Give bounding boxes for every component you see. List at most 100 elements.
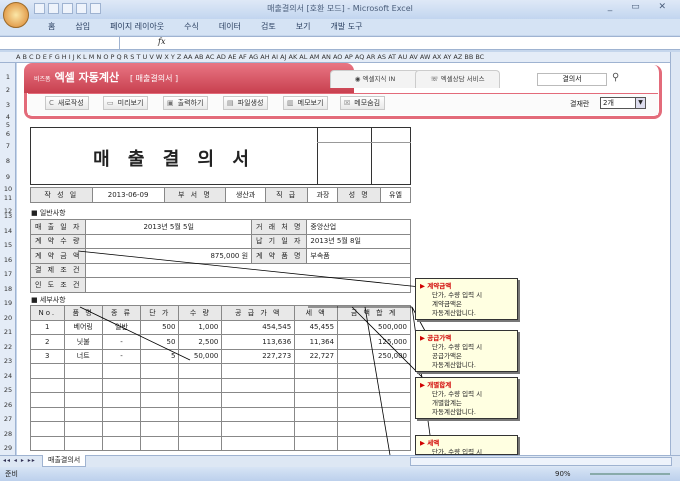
office-button[interactable]	[3, 2, 29, 28]
table-cell[interactable]: 500,000	[337, 319, 411, 335]
hide-memo-button[interactable]: ☒ 메모숨김	[340, 96, 386, 110]
row-header[interactable]: 18	[0, 285, 16, 293]
table-cell[interactable]: 22,727	[294, 348, 339, 364]
value-cell[interactable]	[85, 262, 411, 278]
table-cell[interactable]: -	[101, 348, 142, 364]
tab-formulas[interactable]: 수식	[174, 19, 209, 35]
table-cell[interactable]	[221, 435, 296, 451]
table-cell[interactable]: 5	[140, 348, 180, 364]
table-cell[interactable]	[101, 406, 142, 422]
row-header[interactable]: 14	[0, 227, 16, 235]
table-cell[interactable]	[30, 406, 65, 422]
table-cell[interactable]	[337, 435, 411, 451]
row-header[interactable]: 7	[0, 142, 16, 150]
table-cell[interactable]	[178, 435, 223, 451]
macro-icon[interactable]	[62, 3, 73, 14]
table-cell[interactable]	[140, 392, 180, 408]
row-header[interactable]: 29	[0, 444, 16, 452]
table-cell[interactable]: 50	[140, 334, 180, 350]
vertical-scrollbar[interactable]	[670, 52, 680, 455]
table-cell[interactable]: 45,455	[294, 319, 339, 335]
table-cell[interactable]: 3	[30, 348, 65, 364]
table-cell[interactable]: 125,000	[337, 334, 411, 350]
sheet-nav-arrows[interactable]: ◂◂ ◂ ▸ ▸▸	[3, 457, 36, 464]
table-cell[interactable]	[30, 363, 65, 379]
table-cell[interactable]	[63, 392, 103, 408]
name-box[interactable]	[0, 37, 120, 49]
print-preview-icon[interactable]	[34, 3, 45, 14]
value-cell[interactable]: 중앙산업	[306, 219, 411, 235]
row-header[interactable]: 6	[0, 130, 16, 138]
row-header[interactable]: 9	[0, 173, 16, 181]
value-cell[interactable]: 875,000 원	[85, 248, 253, 264]
window-controls[interactable]: _ ▭ ✕	[608, 2, 674, 12]
table-cell[interactable]	[140, 363, 180, 379]
search-icon[interactable]: ⚲	[612, 72, 619, 83]
table-cell[interactable]	[221, 377, 296, 393]
row-header[interactable]: 5	[0, 121, 16, 129]
value-cell[interactable]	[85, 277, 411, 293]
table-cell[interactable]	[30, 377, 65, 393]
row-header[interactable]: 19	[0, 299, 16, 307]
table-cell[interactable]: 1,000	[178, 319, 223, 335]
table-cell[interactable]	[337, 392, 411, 408]
table-cell[interactable]: 250,000	[337, 348, 411, 364]
comment-note[interactable]: 계약금액단가, 수량 입력 시계약금액은자동계산합니다.	[415, 278, 518, 320]
value-cell[interactable]: 부속품	[306, 248, 411, 264]
table-cell[interactable]	[221, 392, 296, 408]
table-cell[interactable]	[294, 435, 339, 451]
tab-data[interactable]: 데이터	[209, 19, 251, 35]
table-cell[interactable]	[63, 435, 103, 451]
table-cell[interactable]: 227,273	[221, 348, 296, 364]
row-header[interactable]: 20	[0, 314, 16, 322]
form-icon[interactable]	[76, 3, 87, 14]
table-cell[interactable]	[294, 392, 339, 408]
table-cell[interactable]	[294, 377, 339, 393]
preview-button[interactable]: ▭ 미리보기	[103, 96, 149, 110]
value-cell[interactable]: 2013년 5월 5일	[85, 219, 253, 235]
table-icon[interactable]	[90, 3, 101, 14]
row-header[interactable]: 28	[0, 430, 16, 438]
table-cell[interactable]	[178, 421, 223, 437]
value-cell[interactable]	[85, 233, 253, 249]
table-cell[interactable]: 500	[140, 319, 180, 335]
horizontal-scrollbar[interactable]	[410, 457, 672, 466]
table-cell[interactable]	[63, 377, 103, 393]
table-cell[interactable]: 2	[30, 334, 65, 350]
table-cell[interactable]	[63, 363, 103, 379]
row-header[interactable]: 23	[0, 357, 16, 365]
comment-note[interactable]: 공급가액단가, 수량 입력 시공급가액은자동계산합니다.	[415, 330, 518, 372]
comment-note[interactable]: 개별합계단가, 수량 입력 시개별합계는자동계산합니다.	[415, 377, 518, 419]
table-cell[interactable]: 1	[30, 319, 65, 335]
table-cell[interactable]	[30, 392, 65, 408]
column-headers[interactable]: A B C D E F G H I J K L M N O P Q R S T …	[0, 52, 670, 63]
table-cell[interactable]	[63, 421, 103, 437]
value-cell[interactable]: 2013년 5월 8일	[306, 233, 411, 249]
zoom-slider[interactable]	[590, 473, 670, 475]
table-cell[interactable]	[337, 406, 411, 422]
row-header[interactable]: 1	[0, 73, 16, 81]
fx-icon[interactable]: fx	[158, 37, 165, 46]
row-header[interactable]: 2	[0, 86, 16, 94]
table-cell[interactable]	[221, 421, 296, 437]
dept-cell[interactable]: 생산과	[225, 187, 266, 203]
table-cell[interactable]	[178, 392, 223, 408]
table-cell[interactable]	[337, 363, 411, 379]
tab-insert[interactable]: 삽입	[65, 19, 100, 35]
table-cell[interactable]	[101, 435, 142, 451]
table-cell[interactable]	[221, 363, 296, 379]
row-headers[interactable]: 1 2 3 4 5 6 7 8 9 10 11 12 13 14 15 16 17 18 19 20 21 22 23 24 2…	[0, 63, 16, 455]
table-cell[interactable]	[101, 392, 142, 408]
row-header[interactable]: 17	[0, 270, 16, 278]
table-cell[interactable]	[294, 363, 339, 379]
table-cell[interactable]: 일반	[101, 319, 142, 335]
tab-review[interactable]: 검토	[251, 19, 286, 35]
table-cell[interactable]	[101, 363, 142, 379]
row-header[interactable]: 4	[0, 113, 16, 121]
tab-developer[interactable]: 개발 도구	[320, 19, 372, 35]
table-cell[interactable]: -	[101, 334, 142, 350]
row-header[interactable]: 22	[0, 343, 16, 351]
table-cell[interactable]	[178, 363, 223, 379]
table-cell[interactable]	[178, 406, 223, 422]
table-cell[interactable]	[337, 421, 411, 437]
